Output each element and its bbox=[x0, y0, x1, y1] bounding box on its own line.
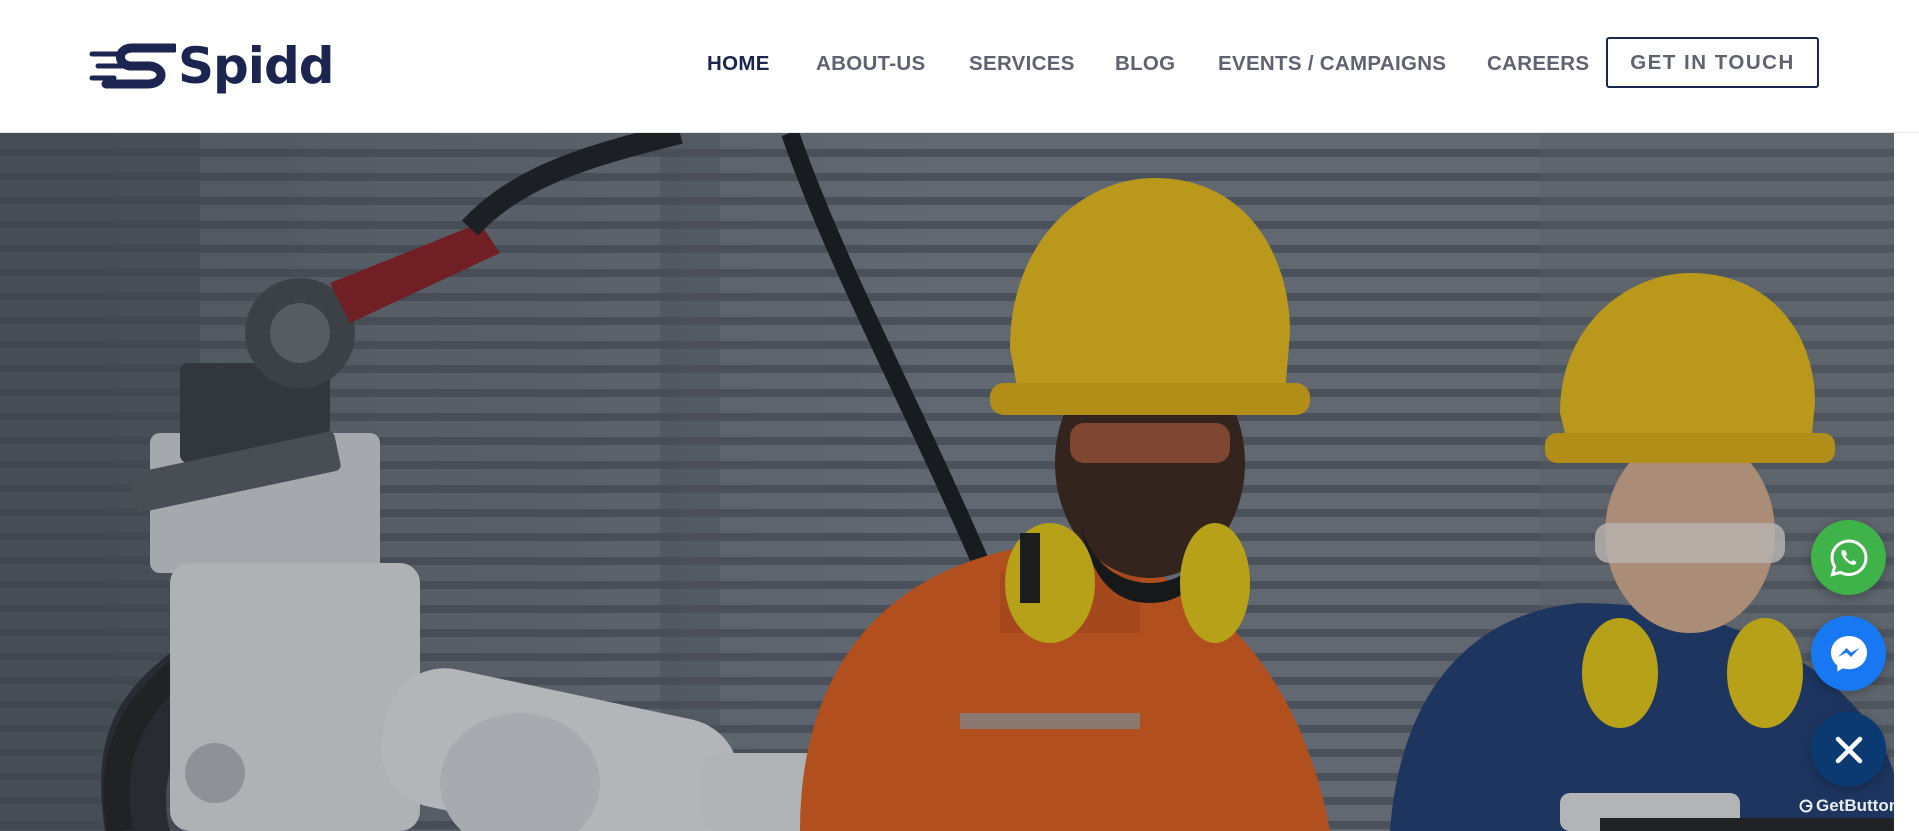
brand-name: Spidd bbox=[178, 37, 335, 95]
getbutton-credit[interactable]: GetButton bbox=[1799, 796, 1899, 816]
close-widget-button[interactable] bbox=[1811, 712, 1886, 787]
whatsapp-icon bbox=[1829, 538, 1868, 577]
getbutton-label: GetButton bbox=[1816, 796, 1900, 815]
speed-s-icon bbox=[89, 43, 176, 89]
nav-services[interactable]: SERVICES bbox=[969, 52, 1075, 76]
get-in-touch-button[interactable]: GET IN TOUCH bbox=[1606, 37, 1819, 88]
messenger-button[interactable] bbox=[1811, 616, 1886, 691]
close-icon bbox=[1835, 736, 1862, 763]
nav-about-us[interactable]: ABOUT-US bbox=[816, 52, 925, 76]
site-header: Spidd HOME ABOUT-US SERVICES BLOG EVENTS… bbox=[0, 0, 1919, 133]
hero-image bbox=[0, 133, 1894, 831]
whatsapp-button[interactable] bbox=[1811, 520, 1886, 595]
messenger-icon bbox=[1830, 635, 1867, 671]
nav-blog[interactable]: BLOG bbox=[1115, 52, 1175, 76]
nav-home[interactable]: HOME bbox=[707, 52, 770, 76]
nav-events-campaigns[interactable]: EVENTS / CAMPAIGNS bbox=[1218, 52, 1446, 76]
getbutton-logo-icon bbox=[1799, 799, 1813, 813]
page-scrollbar-track[interactable] bbox=[1894, 133, 1919, 831]
hero-illustration bbox=[0, 133, 1894, 831]
nav-careers[interactable]: CAREERS bbox=[1487, 52, 1589, 76]
brand-logo[interactable]: Spidd bbox=[88, 37, 335, 95]
